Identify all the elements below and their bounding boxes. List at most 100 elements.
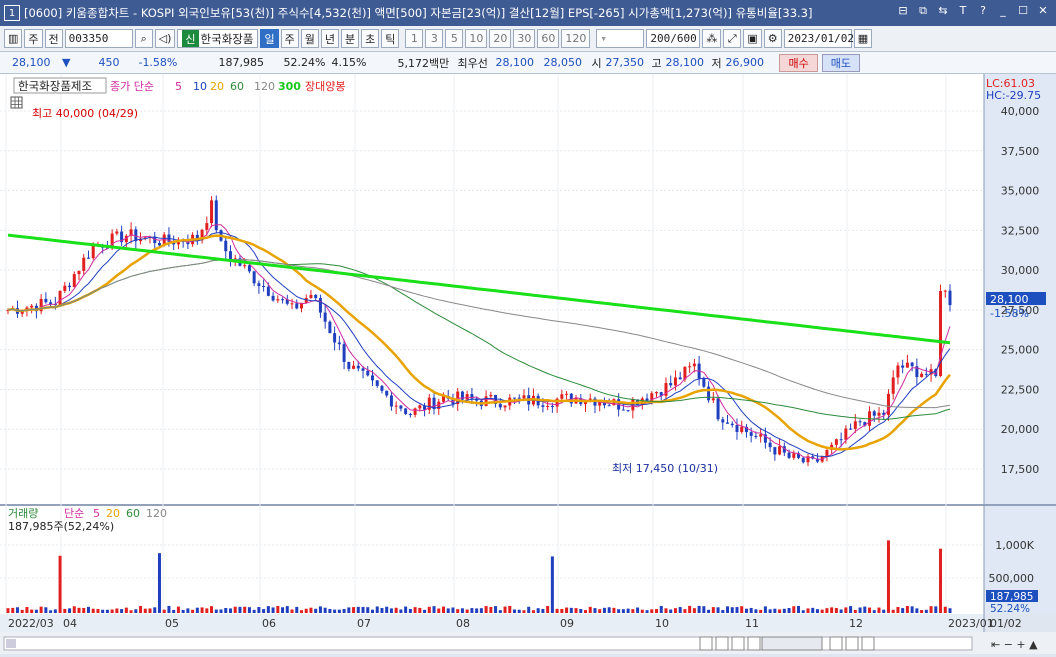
chart-svg[interactable]: 40,00037,50035,00032,50030,00027,50025,0… xyxy=(0,74,1056,654)
buy-button[interactable]: 매수 xyxy=(779,53,818,72)
volume-bar xyxy=(148,608,152,613)
mode-select-1[interactable]: 주 xyxy=(24,29,43,48)
zoom-out-button[interactable] xyxy=(829,636,843,651)
volume-bar xyxy=(598,609,602,613)
volume-bar xyxy=(309,607,313,613)
grid-toggle-icon[interactable] xyxy=(10,96,23,109)
interval-custom-input[interactable]: ▾ xyxy=(596,29,645,48)
candle-body xyxy=(82,257,86,271)
draw-tool-icon[interactable]: ⤢ xyxy=(723,29,742,48)
volume-bar xyxy=(849,606,853,613)
volume-bar xyxy=(844,607,848,613)
maximize-icon[interactable]: ☐ xyxy=(1016,4,1030,18)
volume-bar xyxy=(896,606,900,613)
candle-type-icon[interactable]: ⁂ xyxy=(702,29,722,48)
volume-bar xyxy=(834,607,838,613)
candle-body xyxy=(853,421,857,429)
volume-bar xyxy=(44,607,48,613)
minimize-icon[interactable]: _ xyxy=(996,4,1010,18)
period-second[interactable]: 초 xyxy=(361,29,380,48)
chart-scrollbar[interactable] xyxy=(3,636,973,651)
volume-bar xyxy=(792,606,796,613)
candle-body xyxy=(844,428,848,440)
time-tick-label: 06 xyxy=(262,617,276,630)
volume-bar xyxy=(749,607,753,613)
candle-body xyxy=(394,405,398,407)
volume-bar xyxy=(541,608,545,613)
stop-icon[interactable] xyxy=(715,636,729,651)
candle-body xyxy=(920,373,924,378)
volume-bar xyxy=(891,609,895,613)
settings-icon[interactable]: ⚙ xyxy=(763,29,782,48)
close-icon[interactable]: ✕ xyxy=(1036,4,1050,18)
volume-bar xyxy=(432,606,436,613)
help-icon[interactable]: ? xyxy=(976,4,990,18)
window-controls: ⊟ ⧉ ⇆ T ? _ ☐ ✕ xyxy=(896,4,1050,18)
search-icon[interactable]: ⌕ xyxy=(134,29,153,48)
interval-120[interactable]: 120 xyxy=(561,29,591,48)
period-week[interactable]: 주 xyxy=(280,29,299,48)
candle-body xyxy=(560,394,564,399)
candle-body xyxy=(702,378,706,387)
candle-body xyxy=(385,390,389,396)
volume-bar xyxy=(299,610,303,613)
nav-page-icon[interactable]: ⇤ − + ▲ xyxy=(991,638,1038,651)
sound-icon[interactable]: ◁) xyxy=(154,29,176,48)
candle-body xyxy=(91,245,95,259)
volume-bar xyxy=(839,609,843,613)
date-input[interactable]: 2023/01/02 xyxy=(783,29,854,48)
interval-10[interactable]: 10 xyxy=(465,29,488,48)
last-page-icon[interactable] xyxy=(747,636,761,651)
candle-body xyxy=(309,294,313,299)
volume-bar xyxy=(692,608,696,613)
volume-bar xyxy=(920,609,924,613)
popout-icon[interactable]: ⧉ xyxy=(916,4,930,18)
volume-bar xyxy=(68,608,72,613)
candle-body xyxy=(565,393,569,395)
interval-60[interactable]: 60 xyxy=(537,29,560,48)
layout-icon[interactable]: ▥ xyxy=(4,29,23,48)
volume-bar xyxy=(266,606,270,613)
calendar-icon[interactable]: ▦ xyxy=(853,29,873,48)
save-icon[interactable]: ▣ xyxy=(743,29,762,48)
zoom-slider[interactable] xyxy=(761,636,823,651)
share-icon[interactable]: ⇆ xyxy=(936,4,950,18)
link-icon[interactable]: ⊟ xyxy=(896,4,910,18)
period-month[interactable]: 월 xyxy=(300,29,319,48)
volume-bar xyxy=(82,607,86,613)
scroll-left-icon[interactable] xyxy=(6,639,16,648)
reset-zoom-button[interactable] xyxy=(861,636,875,651)
navigation-controls[interactable]: ⇤ − + ▲ xyxy=(3,636,1038,651)
candle-body xyxy=(323,312,327,322)
volume-bar xyxy=(129,610,133,613)
interval-5[interactable]: 5 xyxy=(445,29,464,48)
chart-area[interactable]: 40,000 37,500 35,000 32,500 30,000 27,500 25,0… xyxy=(0,74,1056,654)
text-icon[interactable]: T xyxy=(956,4,970,18)
volume-bar xyxy=(451,607,455,613)
stock-name-box[interactable]: 신 한국화장품 xyxy=(177,29,259,48)
volume-bar xyxy=(172,609,176,613)
volume-bar xyxy=(721,610,725,613)
sell-button[interactable]: 매도 xyxy=(821,53,860,72)
interval-1[interactable]: 1 xyxy=(405,29,424,48)
stock-code-input[interactable]: 003350 xyxy=(64,29,133,48)
candle-body xyxy=(726,422,730,424)
next-page-icon[interactable] xyxy=(731,636,745,651)
interval-20[interactable]: 20 xyxy=(489,29,512,48)
volume-bar xyxy=(352,607,356,613)
volume-bar xyxy=(872,610,876,613)
candle-body xyxy=(943,290,947,292)
period-tick[interactable]: 틱 xyxy=(381,29,400,48)
first-page-icon[interactable] xyxy=(699,636,713,651)
volume-bar xyxy=(565,607,569,613)
interval-3[interactable]: 3 xyxy=(425,29,444,48)
interval-30[interactable]: 30 xyxy=(513,29,536,48)
candle-body xyxy=(408,413,412,415)
period-year[interactable]: 년 xyxy=(320,29,339,48)
period-day[interactable]: 일 xyxy=(260,29,279,48)
zoom-in-button[interactable] xyxy=(845,636,859,651)
mode-select-2[interactable]: 전 xyxy=(44,29,63,48)
data-count-input[interactable]: 200/600 xyxy=(646,29,701,48)
period-minute[interactable]: 분 xyxy=(340,29,360,48)
volume-bar xyxy=(356,606,360,613)
